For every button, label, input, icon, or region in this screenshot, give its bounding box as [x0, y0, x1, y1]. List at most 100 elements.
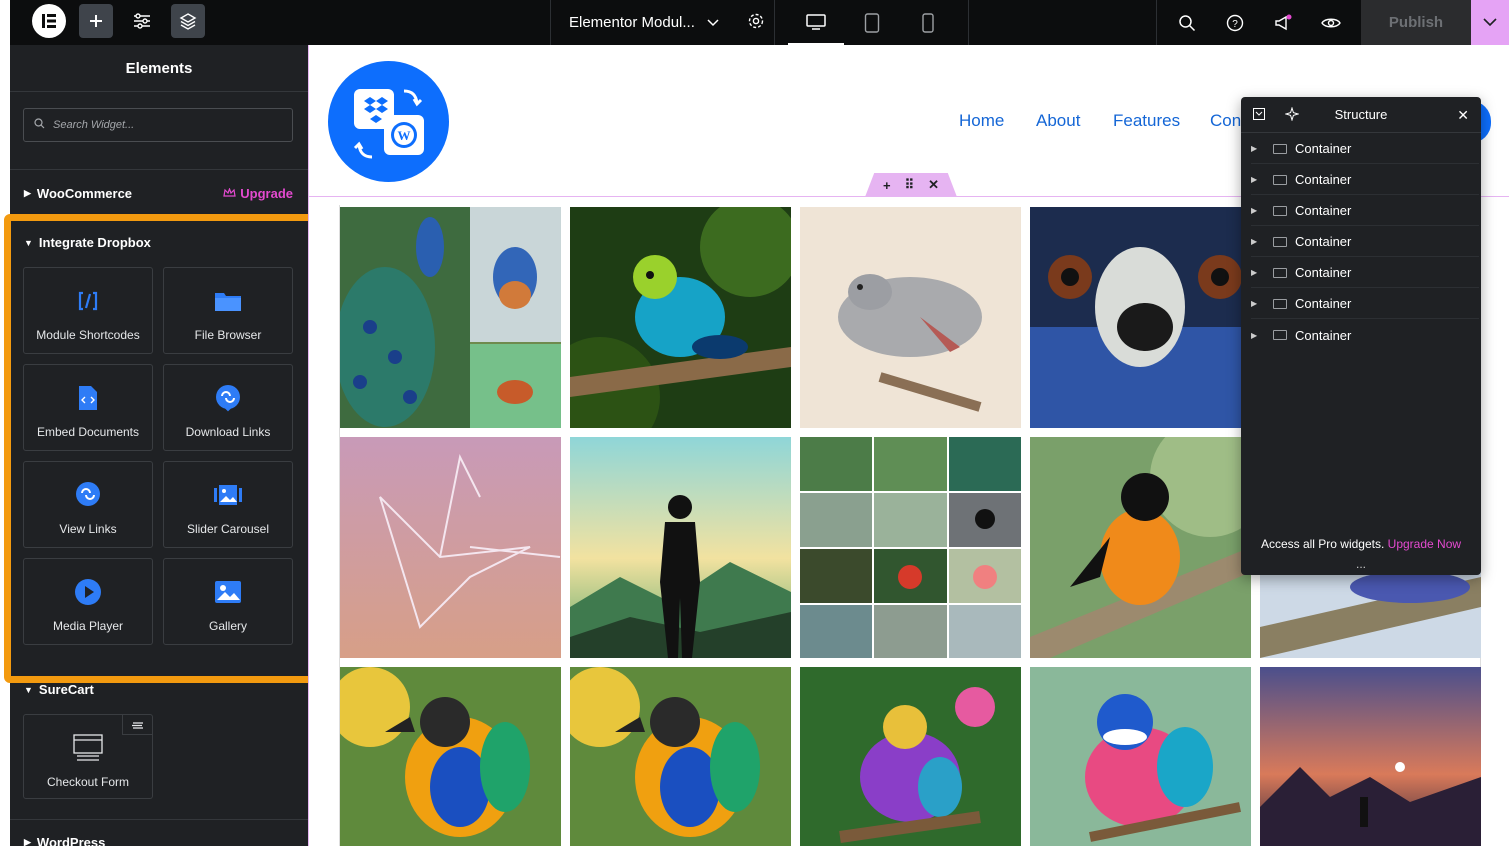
caret-right-icon: ▶	[1251, 268, 1258, 277]
caret-right-icon: ▶	[1251, 206, 1258, 215]
structure-item-label: Container	[1295, 296, 1352, 311]
responsive-mode-switcher	[776, 0, 969, 45]
upgrade-label: Upgrade	[240, 186, 293, 201]
help-icon[interactable]: ?	[1215, 0, 1255, 45]
category-label: SureCart	[38, 682, 94, 697]
document-title-dropdown[interactable]: Elementor Modul...	[550, 0, 775, 45]
gallery-photo-oriole[interactable]	[1030, 437, 1251, 658]
resize-handle[interactable]: ...	[1241, 557, 1481, 571]
gallery-photo-rainbow-finch[interactable]	[800, 667, 1021, 846]
ai-sparkle-icon[interactable]	[1284, 106, 1300, 124]
category-wordpress[interactable]: ▶ WordPress	[24, 835, 105, 846]
structure-item-label: Container	[1295, 265, 1352, 280]
divider	[10, 169, 308, 170]
gallery-photo-sunset-silhouette[interactable]	[1260, 667, 1481, 846]
category-label: WordPress	[36, 835, 106, 846]
gallery-photo-blue-bird[interactable]	[570, 207, 791, 428]
right-toolbar: ?	[1156, 0, 1361, 45]
upsell-text: Access all Pro widgets.	[1260, 537, 1385, 551]
category-surecart[interactable]: ▼ SureCart	[24, 682, 94, 697]
section-handle: + ⠿ ✕	[865, 173, 957, 197]
container-icon	[1273, 267, 1287, 278]
gallery-photo-bird-grid[interactable]	[800, 437, 1021, 658]
publish-button[interactable]: Publish	[1361, 0, 1471, 45]
preview-eye-icon[interactable]	[1311, 0, 1351, 45]
structure-item-label: Container	[1295, 172, 1352, 187]
category-woocommerce[interactable]: ▶ WooCommerce	[24, 186, 132, 201]
structure-item[interactable]: ▶ Container	[1251, 165, 1479, 195]
structure-item[interactable]: ▶ Container	[1251, 227, 1479, 257]
add-element-button[interactable]	[79, 4, 113, 38]
gallery-photo-dove-illustration[interactable]	[800, 207, 1021, 428]
gallery-photo-kingfisher-sketch[interactable]	[340, 437, 561, 658]
nav-features[interactable]: Features	[1113, 111, 1180, 131]
gallery-photo-peacock-collage[interactable]	[340, 207, 561, 428]
elementor-logo-icon[interactable]	[32, 4, 66, 38]
pro-badge-icon	[122, 715, 152, 735]
widget-label: Checkout Form	[46, 775, 130, 789]
drag-handle-icon[interactable]: ⠿	[905, 177, 915, 193]
structure-item[interactable]: ▶ Container	[1251, 258, 1479, 288]
mobile-view-icon[interactable]	[900, 0, 956, 45]
gallery-photo-colorful-bird-2[interactable]	[570, 667, 791, 846]
upgrade-now-link[interactable]: Upgrade Now	[1388, 537, 1461, 551]
site-logo[interactable]: W	[328, 61, 449, 182]
upgrade-link[interactable]: Upgrade	[223, 186, 293, 201]
checkout-form-icon	[73, 734, 103, 761]
container-icon	[1273, 205, 1287, 216]
search-icon[interactable]	[1167, 0, 1207, 45]
container-icon	[1273, 143, 1287, 154]
search-widget-input[interactable]	[53, 119, 273, 131]
caret-right-icon: ▶	[1251, 144, 1258, 153]
structure-item[interactable]: ▶ Container	[1251, 289, 1479, 319]
elementor-editor: Elementor Modul... ? Publish Elements Se…	[0, 0, 1509, 846]
page-settings-gear-icon[interactable]	[747, 12, 765, 34]
svg-text:?: ?	[1232, 19, 1238, 30]
document-title: Elementor Modul...	[569, 14, 695, 31]
structure-item[interactable]: ▶ Container	[1251, 320, 1479, 350]
tablet-view-icon[interactable]	[844, 0, 900, 45]
gallery-photo-hiker-silhouette[interactable]	[570, 437, 791, 658]
caret-right-icon: ▶	[24, 837, 31, 846]
nav-about[interactable]: About	[1036, 111, 1080, 131]
caret-right-icon: ▶	[1251, 237, 1258, 246]
svg-text:W: W	[398, 128, 411, 143]
caret-right-icon: ▶	[1251, 175, 1258, 184]
site-settings-sliders-icon[interactable]	[125, 4, 159, 38]
structure-item-label: Container	[1295, 234, 1352, 249]
highlight-box-integrate-dropbox	[4, 214, 316, 683]
gallery-photo-cassowary-closeup[interactable]	[1030, 207, 1251, 428]
divider	[10, 819, 308, 820]
caret-right-icon: ▶	[1251, 330, 1258, 340]
publish-options-chevron-icon[interactable]	[1471, 0, 1509, 45]
nav-home[interactable]: Home	[959, 111, 1004, 131]
container-icon	[1273, 236, 1287, 247]
structure-panel: Structure ✕ ▶ Container ▶ Container ▶ Conta…	[1241, 97, 1481, 575]
add-section-icon[interactable]: +	[883, 178, 891, 193]
close-icon[interactable]: ✕	[1457, 107, 1469, 124]
container-icon	[1273, 174, 1287, 185]
widget-checkout-form[interactable]: Checkout Form	[23, 714, 153, 799]
dock-panel-icon[interactable]	[1253, 108, 1265, 123]
caret-right-icon: ▶	[24, 188, 31, 198]
desktop-view-icon[interactable]	[788, 0, 844, 45]
container-icon	[1273, 298, 1287, 309]
structure-item[interactable]: ▶ Container	[1251, 134, 1479, 164]
category-label: WooCommerce	[36, 186, 133, 201]
structure-layers-icon[interactable]	[171, 4, 205, 38]
structure-item[interactable]: ▶ Container	[1251, 196, 1479, 226]
panel-title: Elements	[10, 45, 308, 92]
structure-title: Structure	[1334, 107, 1388, 122]
caret-right-icon: ▶	[1251, 299, 1258, 308]
gallery-photo-blue-pink-bird[interactable]	[1030, 667, 1251, 846]
crown-icon	[223, 186, 236, 201]
pro-upsell: Access all Pro widgets. Upgrade Now	[1241, 537, 1481, 551]
top-bar: Elementor Modul... ? Publish	[10, 0, 1509, 45]
structure-item-label: Container	[1295, 327, 1352, 343]
search-widget-field[interactable]	[23, 108, 293, 142]
gallery-photo-colorful-bird-1[interactable]	[340, 667, 561, 846]
whats-new-megaphone-icon[interactable]	[1263, 0, 1303, 45]
delete-section-icon[interactable]: ✕	[928, 177, 939, 193]
structure-item-label: Container	[1295, 141, 1352, 156]
structure-item-label: Container	[1295, 203, 1352, 218]
